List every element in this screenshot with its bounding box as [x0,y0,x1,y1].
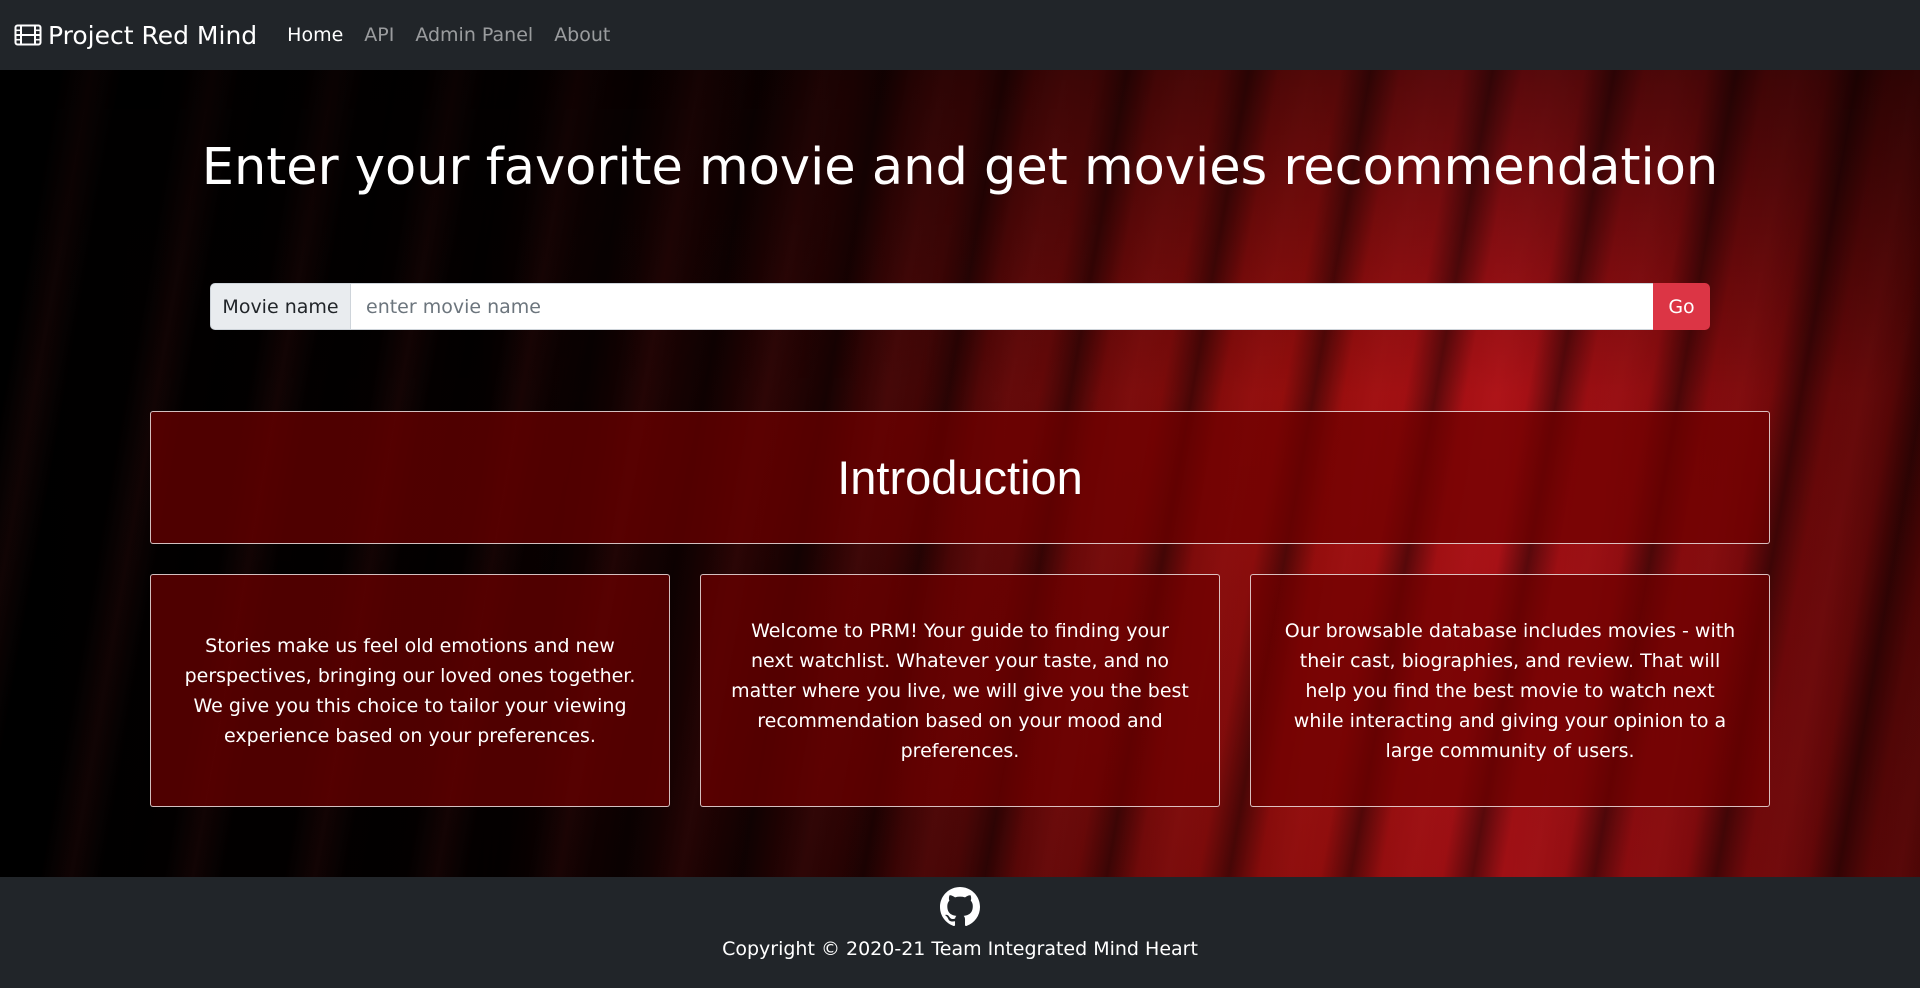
brand-label: Project Red Mind [48,20,258,50]
nav-link-about[interactable]: About [554,24,610,46]
info-card: Welcome to PRM! Your guide to finding yo… [700,574,1220,807]
movie-name-label: Movie name [210,283,351,330]
top-navbar: Project Red Mind Home API Admin Panel Ab… [0,0,1920,70]
nav-link-api[interactable]: API [364,24,394,46]
github-icon[interactable] [940,887,980,927]
brand-link[interactable]: Project Red Mind [14,21,257,50]
introduction-title: Introduction [837,451,1083,504]
copyright-text: Copyright © 2020-21 Team Integrated Mind… [722,938,1198,960]
movie-name-input[interactable] [351,283,1653,330]
movie-search-form: Movie name Go [210,283,1710,330]
info-card: Our browsable database includes movies -… [1250,574,1770,807]
film-icon [14,24,42,46]
hero-title: Enter your favorite movie and get movies… [201,138,1719,197]
info-card-text: Welcome to PRM! Your guide to finding yo… [731,619,1189,762]
info-card: Stories make us feel old emotions and ne… [150,574,670,807]
introduction-banner: Introduction [150,411,1770,544]
hero-section: Enter your favorite movie and get movies… [0,70,1920,877]
info-card-text: Our browsable database includes movies -… [1284,619,1736,762]
info-card-text: Stories make us feel old emotions and ne… [184,634,636,747]
nav-link-home[interactable]: Home [287,24,343,46]
footer: Copyright © 2020-21 Team Integrated Mind… [0,877,1920,988]
go-button[interactable]: Go [1653,283,1710,330]
nav-link-admin-panel[interactable]: Admin Panel [415,24,533,46]
